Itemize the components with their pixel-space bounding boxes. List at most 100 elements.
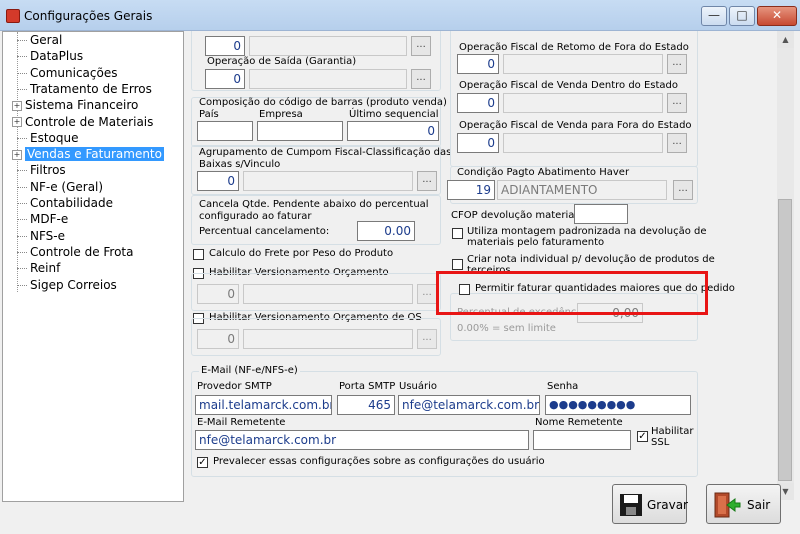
tree-item[interactable]: Tratamento de Erros bbox=[17, 81, 152, 97]
vertical-scrollbar[interactable]: ▲ ▼ bbox=[777, 31, 794, 500]
ssl-label-line2: SSL bbox=[651, 437, 670, 448]
cupom-label-line1: Agrupamento de Cumpom Fiscal-Classificaç… bbox=[199, 147, 452, 158]
perc-cancel-label: Percentual cancelamento: bbox=[199, 226, 330, 237]
vers-orc-field[interactable]: 0 bbox=[197, 284, 239, 304]
prevalecer-checkbox[interactable]: ✓ bbox=[197, 457, 208, 468]
tree-item[interactable]: MDF-e bbox=[17, 211, 68, 227]
nota-individual-checkbox[interactable] bbox=[452, 259, 463, 270]
ssl-checkbox[interactable]: ✓ bbox=[637, 431, 648, 442]
porta-field[interactable]: 465 bbox=[337, 395, 395, 415]
venda-fora-lookup-button[interactable]: ... bbox=[667, 133, 687, 153]
cancela-label-line2: configurado ao faturar bbox=[199, 211, 312, 222]
tree-item[interactable]: DataPlus bbox=[17, 48, 83, 64]
vers-orc-desc bbox=[243, 284, 413, 304]
perc-cancel-field[interactable]: 0.00 bbox=[357, 221, 415, 241]
venda-fora-desc bbox=[503, 133, 663, 153]
cupom-label-line2: Baixas s/Vinculo bbox=[199, 159, 281, 170]
ssl-label-line1: Habilitar bbox=[651, 426, 694, 437]
nome-remetente-field[interactable] bbox=[533, 430, 631, 450]
ultimo-seq-label: Último sequencial bbox=[349, 109, 439, 120]
tree-item-label: Estoque bbox=[30, 130, 79, 145]
nome-remetente-label: Nome Remetente bbox=[535, 417, 623, 428]
vers-os-field[interactable]: 0 bbox=[197, 329, 239, 349]
cfop-field[interactable] bbox=[574, 204, 628, 224]
pais-field[interactable] bbox=[197, 121, 253, 141]
cupom-field[interactable]: 0 bbox=[197, 171, 239, 191]
tree-item-label: Controle de Frota bbox=[30, 244, 134, 259]
tree-item-label: Sigep Correios bbox=[30, 277, 117, 292]
tree-item[interactable]: Reinf bbox=[17, 260, 60, 276]
retorno-desc bbox=[503, 54, 663, 74]
cupom-lookup-button[interactable]: ... bbox=[417, 171, 437, 191]
porta-label: Porta SMTP bbox=[339, 381, 396, 392]
expand-plus-icon[interactable]: + bbox=[12, 149, 22, 160]
cond-pagto-lookup-button[interactable]: ... bbox=[673, 180, 693, 200]
ultimo-seq-field[interactable]: 0 bbox=[347, 121, 439, 141]
tree-item-label: Comunicações bbox=[30, 65, 118, 80]
provedor-field[interactable]: mail.telamarck.com.br bbox=[195, 395, 332, 415]
settings-tree[interactable]: Geral DataPlus Comunicações Tratamento de E… bbox=[2, 31, 184, 502]
tree-item[interactable]: + Sistema Financeiro bbox=[12, 97, 138, 113]
window-title: Configurações Gerais bbox=[24, 9, 153, 23]
cond-pagto-label: Condição Pagto Abatimento Haver bbox=[457, 167, 630, 178]
scroll-up-arrow-icon[interactable]: ▲ bbox=[777, 31, 794, 48]
expand-plus-icon[interactable]: + bbox=[12, 100, 22, 111]
tree-item-label: NFS-e bbox=[30, 228, 65, 243]
highlight-box bbox=[436, 271, 708, 315]
op-top-field[interactable]: 0 bbox=[205, 36, 245, 56]
tree-connector bbox=[17, 284, 27, 286]
tree-item[interactable]: Estoque bbox=[17, 130, 79, 146]
scroll-thumb[interactable] bbox=[778, 199, 792, 481]
close-button[interactable]: ✕ bbox=[757, 6, 797, 26]
venda-dentro-desc bbox=[503, 93, 663, 113]
expand-plus-icon[interactable]: + bbox=[12, 117, 22, 127]
vers-orc-lookup-button[interactable]: ... bbox=[417, 284, 437, 304]
retorno-field[interactable]: 0 bbox=[457, 54, 499, 74]
vers-os-lookup-button[interactable]: ... bbox=[417, 329, 437, 349]
venda-fora-field[interactable]: 0 bbox=[457, 133, 499, 153]
tree-item[interactable]: NFS-e bbox=[17, 228, 65, 244]
remetente-field[interactable]: nfe@telamarck.com.br bbox=[195, 430, 529, 450]
tree-item[interactable]: Contabilidade bbox=[17, 195, 113, 211]
tree-item[interactable]: Geral bbox=[17, 32, 62, 48]
tree-item-label: Reinf bbox=[30, 261, 61, 276]
cfop-label: CFOP devolução materiais: bbox=[451, 210, 586, 221]
tree-item[interactable]: Controle de Frota bbox=[17, 244, 134, 260]
nota-individual-label-line1: Criar nota individual p/ devolução de pr… bbox=[467, 254, 715, 265]
usuario-field[interactable]: nfe@telamarck.com.br bbox=[398, 395, 540, 415]
tree-connector bbox=[17, 72, 27, 74]
tree-item[interactable]: NF-e (Geral) bbox=[17, 179, 103, 195]
venda-dentro-lookup-button[interactable]: ... bbox=[667, 93, 687, 113]
tree-item[interactable]: + Vendas e Faturamento bbox=[12, 146, 164, 162]
venda-dentro-label: Operação Fiscal de Venda Dentro do Estad… bbox=[459, 80, 679, 91]
tree-item[interactable]: + Controle de Materiais bbox=[12, 114, 153, 130]
tree-item[interactable]: Filtros bbox=[17, 162, 66, 178]
usuario-label: Usuário bbox=[399, 381, 438, 392]
tree-item[interactable]: Comunicações bbox=[17, 65, 117, 81]
gravar-button[interactable]: Gravar bbox=[612, 484, 688, 524]
minimize-button[interactable]: — bbox=[701, 6, 727, 26]
retorno-lookup-button[interactable]: ... bbox=[667, 54, 687, 74]
sair-label: Sair bbox=[747, 498, 771, 512]
retorno-label: Operação Fiscal de Retomo de Fora do Est… bbox=[459, 42, 689, 53]
op-top-lookup-button[interactable]: ... bbox=[411, 36, 431, 56]
tree-item-label: Contabilidade bbox=[30, 196, 113, 210]
op-saida-garantia-label: Operação de Saída (Garantia) bbox=[207, 56, 357, 67]
maximize-button[interactable]: □ bbox=[729, 6, 755, 26]
tree-connector bbox=[17, 235, 27, 237]
tree-connector bbox=[17, 137, 27, 139]
frete-checkbox[interactable] bbox=[193, 249, 204, 260]
senha-field[interactable]: ●●●●●●●●● bbox=[545, 395, 691, 415]
montagem-label-line2: materiais pelo faturamento bbox=[467, 237, 605, 248]
tree-item-label: Tratamento de Erros bbox=[30, 81, 152, 96]
op-saida-garantia-lookup-button[interactable]: ... bbox=[411, 69, 431, 89]
tree-item[interactable]: Sigep Correios bbox=[17, 277, 117, 293]
montagem-checkbox[interactable] bbox=[452, 228, 463, 239]
venda-fora-label: Operação Fiscal de Venda para Fora do Es… bbox=[459, 120, 692, 131]
cond-pagto-code-field[interactable]: 19 bbox=[447, 180, 495, 200]
sair-button[interactable]: Sair bbox=[706, 484, 781, 524]
empresa-field[interactable] bbox=[257, 121, 343, 141]
frete-label: Calculo do Frete por Peso do Produto bbox=[209, 248, 394, 259]
op-saida-garantia-field[interactable]: 0 bbox=[205, 69, 245, 89]
venda-dentro-field[interactable]: 0 bbox=[457, 93, 499, 113]
